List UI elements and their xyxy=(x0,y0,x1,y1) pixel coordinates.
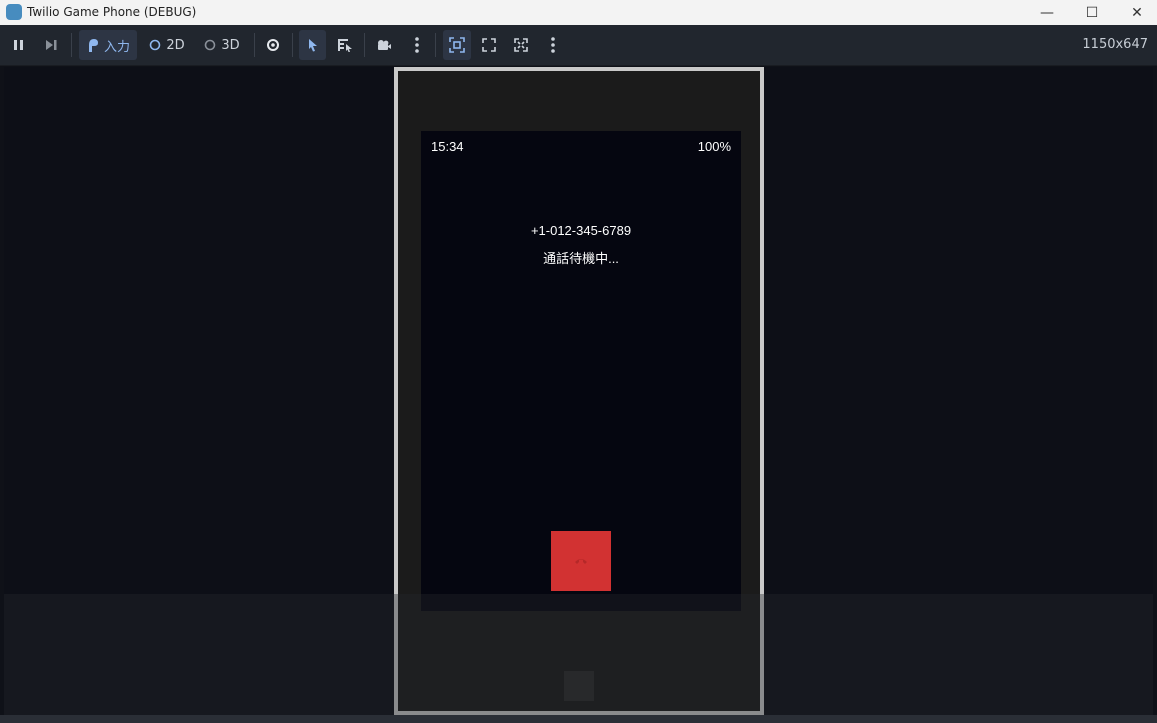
camera-icon xyxy=(378,40,391,50)
expand-icon xyxy=(482,38,496,52)
embed-window-icon xyxy=(449,37,465,53)
visibility-button[interactable] xyxy=(261,30,285,60)
toolbar-divider xyxy=(364,33,365,57)
kebab-menu-icon xyxy=(551,37,555,53)
next-frame-icon xyxy=(46,40,57,50)
mode-2d-button[interactable]: 2D xyxy=(146,30,188,60)
call-status: 通話待機中... xyxy=(543,251,619,266)
minimize-button[interactable]: — xyxy=(1024,0,1070,25)
cursor-arrow-icon xyxy=(308,39,317,52)
pause-icon xyxy=(14,40,23,50)
debug-toolbar: 入力 2D 3D 1150x647 xyxy=(0,25,1157,66)
status-time: 15:34 xyxy=(431,139,464,154)
input-toggle-button[interactable]: 入力 xyxy=(79,30,137,60)
list-select-icon xyxy=(338,39,352,52)
close-button[interactable]: ✕ xyxy=(1114,0,1157,25)
mode-3d-button[interactable]: 3D xyxy=(201,30,243,60)
mode-2d-label: 2D xyxy=(166,37,185,53)
resolution-readout: 1150x647 xyxy=(1082,37,1148,52)
toolbar-divider xyxy=(292,33,293,57)
input-icon xyxy=(88,39,98,52)
keep-aspect-button[interactable] xyxy=(478,30,500,60)
phone-screen: 15:34 100% +1-012-345-6789 通話待機中... xyxy=(421,131,741,611)
view-options-button[interactable] xyxy=(543,30,563,60)
radio-2d-icon xyxy=(150,39,161,51)
bottom-shade-overlay xyxy=(4,594,1153,715)
fullscreen-icon xyxy=(514,38,528,52)
next-frame-button[interactable] xyxy=(40,30,62,60)
toolbar-divider xyxy=(254,33,255,57)
end-call-button[interactable] xyxy=(551,531,611,591)
phone-hangup-icon xyxy=(575,559,587,564)
status-battery: 100% xyxy=(697,139,731,154)
godot-app-icon xyxy=(6,4,22,20)
toolbar-divider xyxy=(71,33,72,57)
input-toggle-label: 入力 xyxy=(103,39,130,55)
maximize-button[interactable]: ☐ xyxy=(1069,0,1115,25)
eye-icon xyxy=(267,39,279,51)
pause-button[interactable] xyxy=(8,30,30,60)
mode-3d-label: 3D xyxy=(221,37,240,53)
list-select-button[interactable] xyxy=(333,30,357,60)
camera-override-button[interactable] xyxy=(372,30,396,60)
window-titlebar: Twilio Game Phone (DEBUG) — ☐ ✕ xyxy=(0,0,1157,25)
kebab-menu-icon xyxy=(415,37,419,53)
embed-window-button[interactable] xyxy=(443,30,471,60)
stretch-button[interactable] xyxy=(510,30,532,60)
window-title: Twilio Game Phone (DEBUG) xyxy=(27,5,197,19)
bottom-panel-edge xyxy=(0,715,1157,723)
select-tool-button[interactable] xyxy=(299,30,326,60)
more-options-button[interactable] xyxy=(407,30,427,60)
radio-3d-icon xyxy=(205,39,216,51)
caller-number: +1-012-345-6789 xyxy=(530,223,632,238)
toolbar-divider xyxy=(435,33,436,57)
